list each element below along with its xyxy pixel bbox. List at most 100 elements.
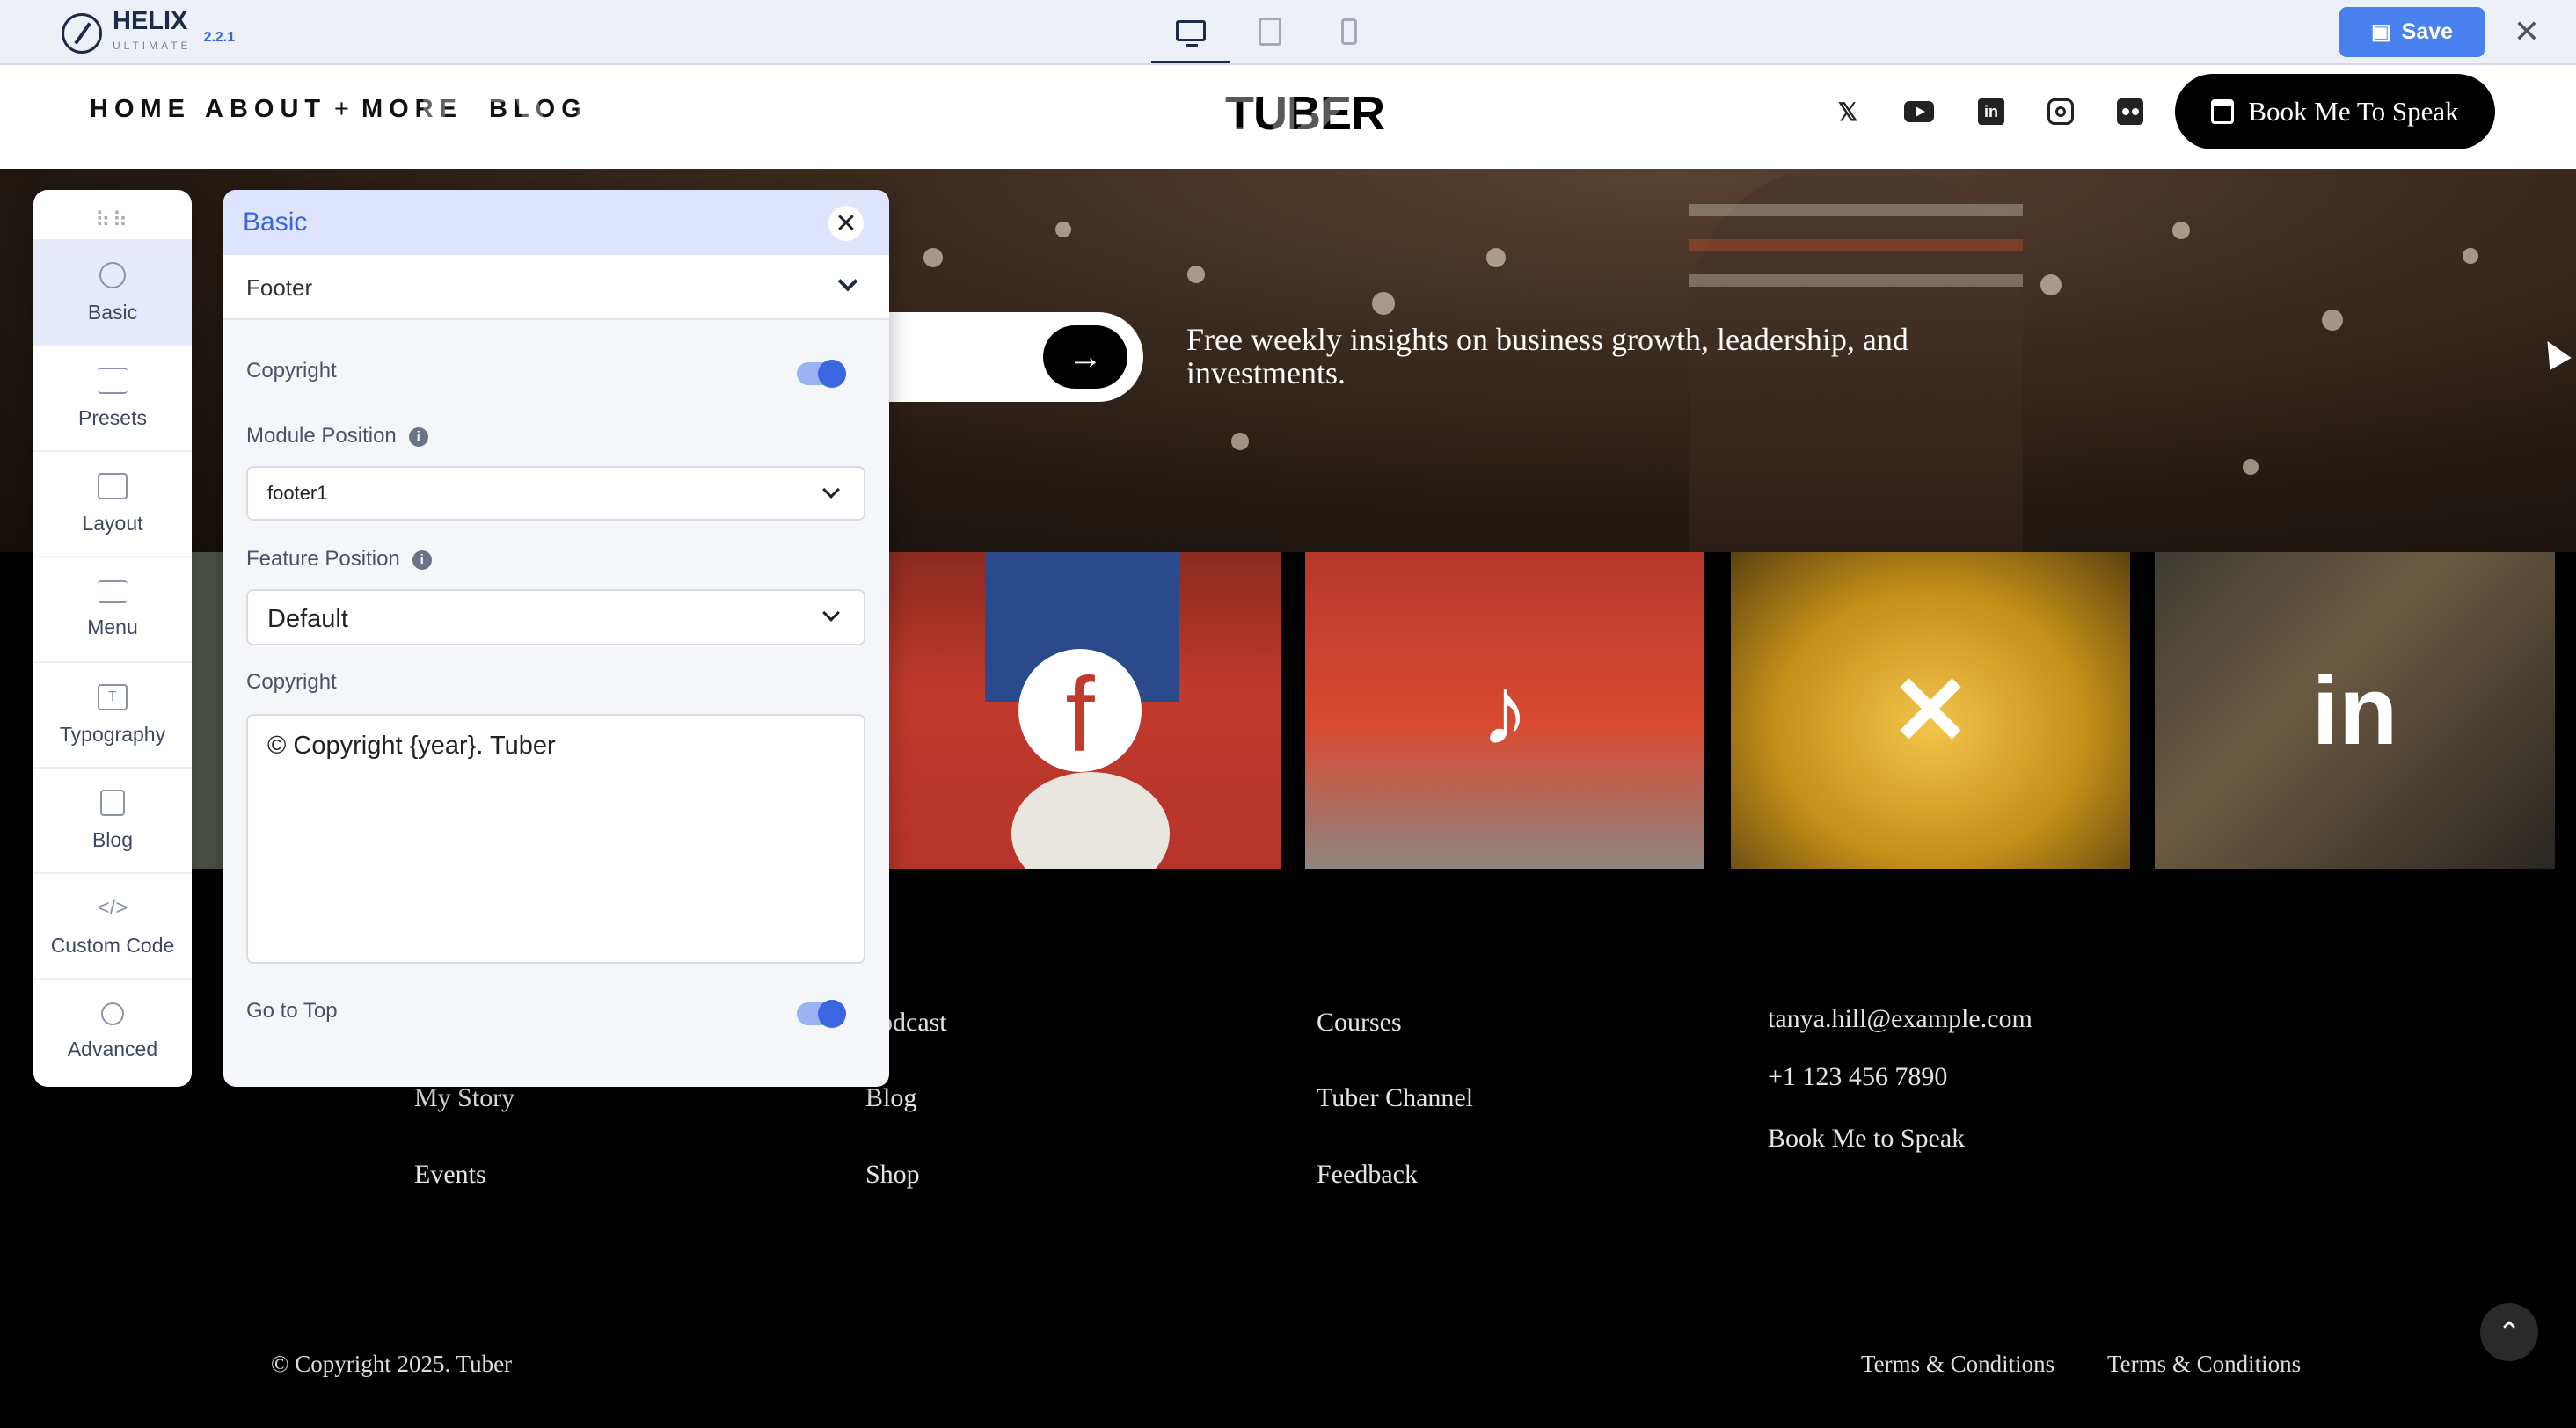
youtube-icon[interactable] — [1904, 97, 1934, 127]
layout-icon — [98, 472, 128, 499]
nav-about[interactable]: ABOUT — [205, 95, 326, 124]
footer-link[interactable]: Book Me to Speak — [1768, 1124, 1965, 1154]
sidebar-item-typography[interactable]: T Typography — [33, 661, 192, 767]
footer-link[interactable]: Feedback — [1317, 1160, 1418, 1190]
logo-name: HELIX — [113, 7, 188, 35]
x-icon: ✕ — [1889, 657, 1972, 765]
info-icon[interactable]: i — [408, 427, 428, 447]
footer-phone[interactable]: +1 123 456 7890 — [1768, 1062, 1947, 1092]
hero-title: EVERY WEEK — [413, 84, 1368, 169]
editor-sidebar: ⠷⠷ Basic Presets Layout Menu T Typograph… — [33, 190, 192, 1087]
device-tablet-button[interactable] — [1230, 0, 1310, 63]
panel-title: Basic — [243, 208, 308, 237]
footer-link[interactable]: Courses — [1317, 1008, 1402, 1038]
copyright-toggle[interactable] — [797, 360, 846, 388]
version-badge: 2.2.1 — [203, 30, 236, 45]
terms-link[interactable]: Terms & Conditions — [2107, 1351, 2301, 1378]
facebook-icon: f — [1018, 649, 1142, 772]
footer-link[interactable]: odcast — [879, 1008, 947, 1038]
footer-link[interactable]: Tuber Channel — [1317, 1083, 1473, 1113]
footer-link[interactable]: Shop — [865, 1160, 920, 1190]
feature-position-select[interactable]: Default — [246, 589, 865, 645]
book-me-button[interactable]: Book Me To Speak — [2175, 74, 2495, 149]
footer-link[interactable]: My Story — [414, 1083, 514, 1113]
desktop-icon — [1176, 19, 1206, 47]
sliders-icon — [98, 367, 128, 394]
facebook-tile[interactable]: f — [879, 552, 1281, 869]
logo-sub: ULTIMATE — [113, 40, 192, 52]
module-position-value: footer1 — [267, 482, 328, 504]
footer-copyright: © Copyright 2025. Tuber — [271, 1351, 513, 1377]
advanced-icon — [101, 1002, 124, 1025]
close-icon: ✕ — [2513, 13, 2541, 49]
code-icon: </> — [97, 895, 128, 920]
info-icon[interactable]: i — [412, 550, 432, 570]
instagram-icon[interactable] — [2046, 97, 2076, 127]
tiktok-icon: ♪ — [1480, 656, 1529, 765]
copyright-textarea[interactable]: © Copyright {year}. Tuber — [246, 714, 865, 964]
typography-icon: T — [98, 683, 128, 710]
feature-position-value: Default — [267, 605, 348, 633]
drag-handle-icon[interactable]: ⠷⠷ — [95, 208, 129, 233]
panel-header: Basic ✕ — [223, 190, 889, 255]
sidebar-item-custom-code[interactable]: </> Custom Code — [33, 872, 192, 978]
chevron-down-icon — [822, 604, 840, 622]
subscribe-button[interactable]: → — [1043, 325, 1127, 389]
panel-close-button[interactable]: ✕ — [828, 206, 864, 241]
footer-link[interactable]: Events — [414, 1160, 486, 1190]
device-mobile-button[interactable] — [1310, 0, 1389, 63]
sidebar-item-label: Layout — [82, 511, 143, 535]
sidebar-item-menu[interactable]: Menu — [33, 556, 192, 661]
device-desktop-button[interactable] — [1151, 0, 1230, 63]
module-position-field-label: Module Position i — [246, 424, 428, 448]
sidebar-item-label: Blog — [91, 827, 134, 851]
x-tile[interactable]: ✕ — [1731, 552, 2130, 869]
linkedin-tile-icon: in — [2311, 656, 2398, 765]
module-position-label: Module Position — [246, 424, 397, 448]
helix-logo-icon — [62, 13, 102, 54]
mobile-icon — [1341, 18, 1357, 45]
gear-icon — [99, 261, 126, 288]
save-label: Save — [2401, 19, 2454, 44]
nav-home[interactable]: HOME — [90, 95, 191, 124]
feature-position-label: Feature Position — [246, 547, 400, 571]
sidebar-item-label: Custom Code — [50, 933, 175, 957]
sidebar-item-layout[interactable]: Layout — [33, 450, 192, 556]
footer-email[interactable]: tanya.hill@example.com — [1768, 1004, 2032, 1034]
terms-link[interactable]: Terms & Conditions — [1861, 1351, 2054, 1378]
sidebar-item-label: Advanced — [67, 1037, 158, 1060]
save-button[interactable]: ▣ Save — [2339, 7, 2485, 57]
module-position-select[interactable]: footer1 — [246, 466, 865, 521]
flickr-icon[interactable] — [2115, 97, 2145, 127]
scroll-to-top-button[interactable]: ⌃ — [2480, 1303, 2538, 1361]
close-editor-button[interactable]: ✕ — [2504, 9, 2550, 55]
chevron-up-icon: ⌃ — [2497, 1316, 2521, 1348]
admin-toolbar: HELIX ULTIMATE 2.2.1 ▣ Save ✕ — [0, 0, 2576, 65]
sidebar-item-label: Menu — [87, 615, 138, 638]
sidebar-item-presets[interactable]: Presets — [33, 345, 192, 450]
copyright-text-label: Copyright — [246, 670, 337, 694]
hero-text: Free weekly insights on business growth,… — [1186, 322, 1908, 390]
tiktok-tile[interactable]: ♪ — [1305, 552, 1704, 869]
sidebar-item-basic[interactable]: Basic — [33, 239, 192, 345]
sidebar-item-advanced[interactable]: Advanced — [33, 978, 192, 1083]
copyright-toggle-label: Copyright — [246, 359, 337, 382]
section-accordion[interactable]: Footer — [223, 255, 889, 320]
go-to-top-toggle[interactable] — [797, 1000, 846, 1028]
tablet-icon — [1259, 18, 1281, 46]
feature-position-field-label: Feature Position i — [246, 547, 432, 572]
plus-icon: + — [334, 95, 349, 123]
linkedin-icon[interactable]: in — [1976, 97, 2006, 127]
close-icon: ✕ — [835, 208, 857, 238]
sidebar-item-blog[interactable]: Blog — [33, 767, 192, 872]
chevron-down-icon — [837, 271, 858, 292]
sidebar-item-label: Presets — [78, 405, 147, 429]
footer-link[interactable]: Blog — [865, 1083, 916, 1113]
x-social-icon[interactable]: 𝕏 — [1833, 97, 1863, 127]
helix-logo: HELIX ULTIMATE 2.2.1 — [62, 9, 235, 58]
section-label: Footer — [246, 274, 313, 301]
linkedin-tile[interactable]: in — [2155, 552, 2555, 869]
go-to-top-label: Go to Top — [246, 999, 338, 1023]
arrow-right-icon: → — [1068, 337, 1103, 376]
save-icon: ▣ — [2370, 20, 2391, 44]
